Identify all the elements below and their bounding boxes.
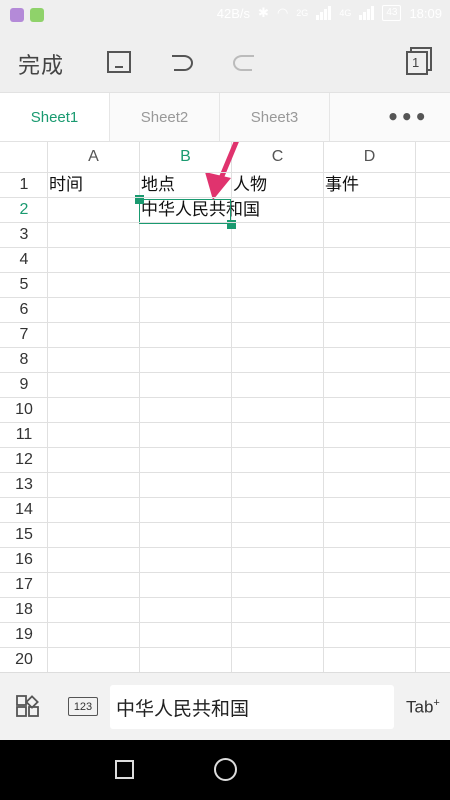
row-header-12[interactable]: 12 [0, 447, 48, 472]
window-count: 1 [412, 55, 420, 70]
row-header-16[interactable]: 16 [0, 547, 48, 572]
spreadsheet-grid[interactable]: A B C D 时间 地点 人物 事件 中华人民共和国 1 2 3 4 5 6 7 8 9 10 1… [0, 142, 450, 672]
tab-sheet3[interactable]: Sheet3 [220, 93, 330, 141]
sheet-tabs: Sheet1 Sheet2 Sheet3 ••• [0, 92, 450, 142]
row-header-10[interactable]: 10 [0, 397, 48, 422]
top-toolbar: 完成 1 [0, 30, 450, 92]
done-button[interactable]: 完成 [18, 48, 64, 80]
cell-edit-bar: 123 中华人民共和国 Tab+ [0, 672, 450, 740]
row-header-13[interactable]: 13 [0, 472, 48, 497]
function-panel-icon[interactable] [16, 695, 40, 719]
numeric-keyboard-button[interactable]: 123 [68, 697, 98, 716]
row-header-6[interactable]: 6 [0, 297, 48, 322]
row-header-8[interactable]: 8 [0, 347, 48, 372]
row-header-3[interactable]: 3 [0, 222, 48, 247]
battery-icon: 43 [382, 5, 402, 21]
network-type-b: 4G [339, 8, 352, 18]
clock: 18:09 [409, 5, 442, 21]
cell-d1[interactable]: 事件 [325, 173, 359, 198]
tab-sheet1[interactable]: Sheet1 [0, 93, 110, 141]
status-bar: 42B/s ✱ ◠ 2G 4G 43 18:09 [0, 0, 450, 30]
network-speed: 42B/s [216, 5, 251, 21]
row-header-19[interactable]: 19 [0, 622, 48, 647]
bluetooth-icon: ✱ [258, 5, 269, 20]
row-header-2[interactable]: 2 [0, 197, 48, 222]
column-header-d[interactable]: D [324, 142, 415, 172]
row-header-17[interactable]: 17 [0, 572, 48, 597]
home-icon[interactable] [214, 758, 237, 781]
row-header-5[interactable]: 5 [0, 272, 48, 297]
redo-icon[interactable] [230, 50, 258, 76]
tab-sheet2[interactable]: Sheet2 [110, 93, 220, 141]
row-header-1[interactable]: 1 [0, 172, 48, 197]
cell-input-field[interactable]: 中华人民共和国 [110, 685, 394, 729]
signal-icon-2 [359, 6, 375, 20]
wifi-icon: ◠ [276, 5, 289, 20]
recents-icon[interactable] [115, 760, 134, 779]
row-header-11[interactable]: 11 [0, 422, 48, 447]
cell-a1[interactable]: 时间 [49, 173, 83, 198]
undo-icon[interactable] [168, 50, 196, 76]
column-header-a[interactable]: A [48, 142, 139, 172]
keyboard-toggle-icon[interactable] [106, 50, 134, 76]
tab-key-button[interactable]: Tab+ [406, 697, 440, 718]
row-header-9[interactable]: 9 [0, 372, 48, 397]
row-header-7[interactable]: 7 [0, 322, 48, 347]
app-notification-icon [10, 8, 24, 22]
row-header-14[interactable]: 14 [0, 497, 48, 522]
tab-key-label: Tab [406, 697, 434, 717]
tab-key-plus-icon: + [433, 697, 440, 709]
more-sheets-button[interactable]: ••• [330, 93, 450, 141]
row-header-4[interactable]: 4 [0, 247, 48, 272]
row-header-20[interactable]: 20 [0, 647, 48, 672]
cell-b1[interactable]: 地点 [141, 173, 175, 198]
system-nav-bar [0, 740, 450, 800]
network-type-a: 2G [296, 8, 309, 18]
wechat-notification-icon [30, 8, 44, 22]
row-header-18[interactable]: 18 [0, 597, 48, 622]
signal-icon [316, 6, 332, 20]
row-header-15[interactable]: 15 [0, 522, 48, 547]
